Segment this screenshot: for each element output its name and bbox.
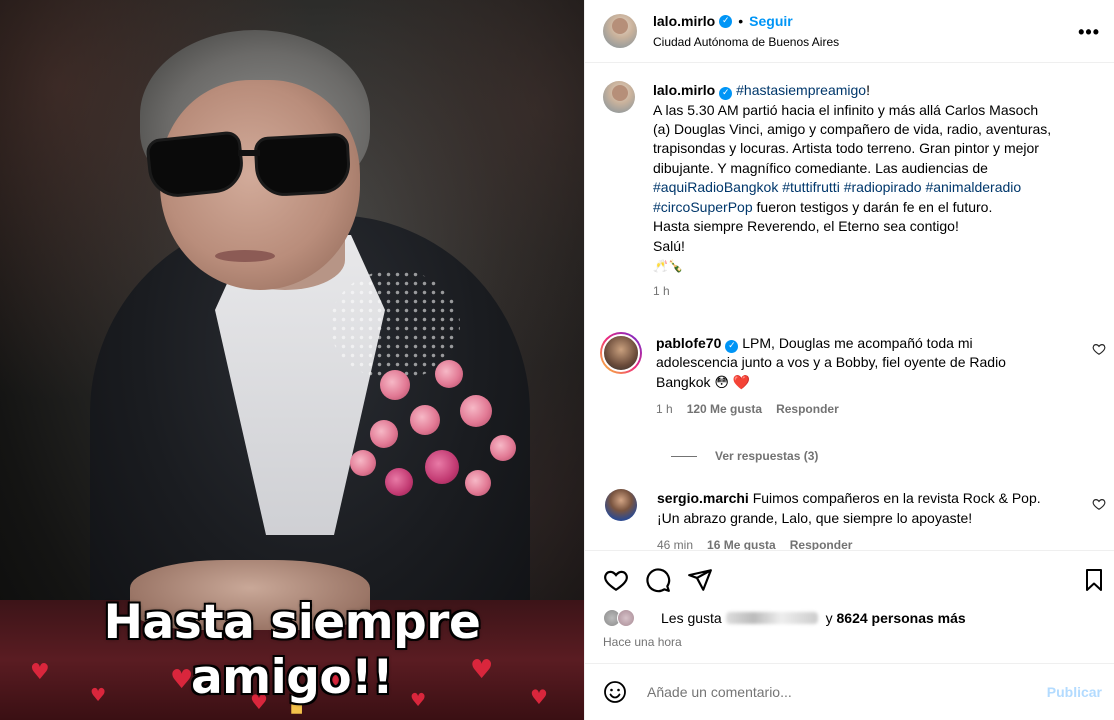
author-avatar[interactable] — [603, 14, 637, 49]
comment-time[interactable]: 46 min — [657, 536, 693, 550]
post-time[interactable]: Hace una hora — [603, 635, 1098, 649]
caption-time[interactable]: 1 h — [653, 282, 1055, 301]
author-username[interactable]: lalo.mirlo — [653, 13, 715, 29]
like-heart-icon[interactable] — [603, 567, 629, 593]
comment-likes[interactable]: 16 Me gusta — [707, 536, 776, 550]
comment-likes[interactable]: 120 Me gusta — [687, 400, 762, 419]
comment-input[interactable] — [647, 683, 1047, 700]
post-caption: lalo.mirlo ✓ #hastasiempreamigo! A las 5.… — [603, 81, 1098, 301]
emoji-smiley-icon[interactable] — [603, 680, 627, 704]
hashtag-link[interactable]: #radiopirado — [844, 179, 922, 195]
hashtag-link[interactable]: #animalderadio — [925, 179, 1021, 195]
liker-avatars[interactable] — [603, 608, 647, 627]
publish-button[interactable]: Publicar — [1047, 684, 1102, 700]
comments-section[interactable]: lalo.mirlo ✓ #hastasiempreamigo! A las 5.… — [585, 63, 1114, 550]
like-comment-heart-icon[interactable] — [1092, 342, 1106, 356]
post-image[interactable]: ♥ ♥ ♥ ♥ ♥ ♥ ♥ ♥ ■ Hasta siempre amigo!! — [0, 0, 584, 720]
caption-username[interactable]: lalo.mirlo — [653, 82, 715, 98]
like-comment-heart-icon[interactable] — [1092, 497, 1106, 511]
follow-button[interactable]: Seguir — [749, 13, 793, 29]
author-info: lalo.mirlo ✓ • Seguir Ciudad Autónoma de… — [653, 13, 839, 49]
verified-badge-icon: ✓ — [719, 87, 733, 101]
add-comment-bar: Publicar — [585, 662, 1114, 720]
reply-button[interactable]: Responder — [790, 536, 853, 550]
post-viewer: ♥ ♥ ♥ ♥ ♥ ♥ ♥ ♥ ■ Hasta siempre amigo!! … — [0, 0, 1114, 720]
verified-badge-icon: ✓ — [725, 339, 739, 353]
more-options-icon[interactable]: ••• — [1078, 22, 1100, 43]
location-link[interactable]: Ciudad Autónoma de Buenos Aires — [653, 35, 839, 49]
hashtag-link[interactable]: #aquiRadioBangkok — [653, 179, 778, 195]
caption-text: Hasta siempre Reverendo, el Eterno sea c… — [653, 218, 959, 235]
rose-bouquet — [340, 350, 540, 510]
commenter-avatar[interactable] — [600, 331, 642, 374]
post-header: lalo.mirlo ✓ • Seguir Ciudad Autónoma de… — [585, 0, 1114, 64]
caption-text: Salú! — [653, 237, 685, 254]
image-overlay-text: Hasta siempre amigo!! — [103, 595, 481, 705]
blurred-liker-name — [725, 611, 818, 624]
comment-meta: 1 h 120 Me gusta Responder — [656, 400, 1056, 419]
commenter-username[interactable]: sergio.marchi — [657, 490, 749, 506]
share-paper-plane-icon[interactable] — [687, 567, 713, 593]
view-replies-label: Ver respuestas (3) — [715, 449, 819, 464]
comment: sergio.marchi Fuimos compañeros en la re… — [603, 489, 1106, 550]
caption-title-suffix: ! — [866, 82, 870, 99]
save-bookmark-icon[interactable] — [1082, 567, 1106, 593]
hashtag-link[interactable]: #tuttifrutti — [782, 179, 840, 195]
reply-button[interactable]: Responder — [776, 400, 839, 419]
likes-summary: Les gusta y 8624 personas más — [603, 608, 1098, 627]
verified-badge-icon: ✓ — [719, 14, 733, 28]
caption-text: A las 5.30 AM partió hacia el infinito y… — [653, 101, 1052, 176]
replies-divider — [671, 455, 697, 457]
comment-time[interactable]: 1 h — [656, 400, 673, 419]
hashtag-link[interactable]: #hastasiempreamigo — [736, 82, 866, 98]
commenter-username[interactable]: pablofe70 — [656, 335, 721, 351]
post-actions: Les gusta y 8624 personas más Hace una h… — [585, 549, 1114, 663]
separator-dot: • — [738, 13, 744, 30]
commenter-avatar[interactable] — [605, 489, 637, 522]
hashtag-link[interactable]: #circoSuperPop — [653, 199, 753, 215]
comment: pablofe70 ✓ LPM, Douglas me acompañó toda… — [600, 331, 1106, 420]
likes-count[interactable]: 8624 personas más — [837, 610, 966, 626]
sunglasses-bridge — [238, 150, 260, 156]
caption-emoji: 🥂🍾 — [653, 258, 683, 273]
post-side-panel: lalo.mirlo ✓ • Seguir Ciudad Autónoma de… — [584, 0, 1114, 720]
view-replies-button[interactable]: Ver respuestas (3) — [671, 449, 1098, 463]
caption-author-avatar[interactable] — [603, 81, 635, 114]
mouth — [215, 250, 275, 262]
sunglasses-right-lens — [253, 132, 352, 198]
comment-bubble-icon[interactable] — [645, 567, 671, 593]
likes-prefix: Les gusta — [661, 609, 722, 626]
caption-text: fueron testigos y darán fe en el futuro. — [752, 198, 993, 215]
comment-meta: 46 min 16 Me gusta Responder — [657, 536, 1057, 550]
likes-suffix: y — [821, 609, 837, 626]
